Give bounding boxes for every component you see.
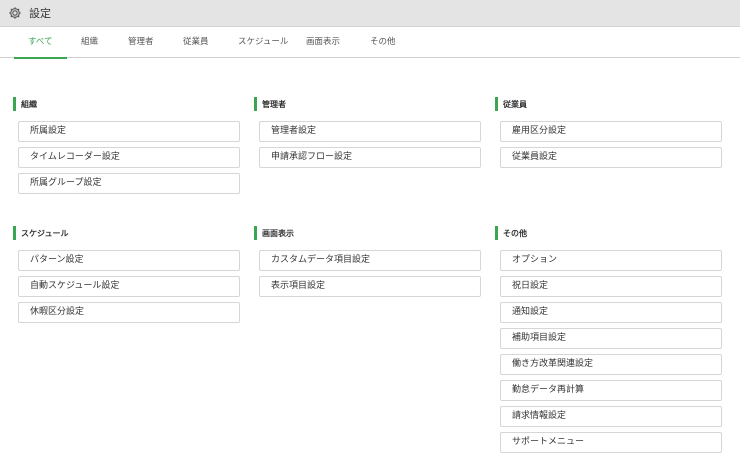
section-organization: 組織 所属設定 タイムレコーダー設定 所属グループ設定 bbox=[13, 97, 240, 199]
section-other: その他 オプション 祝日設定 通知設定 補助項目設定 働き方改革関連設定 勤怠デ… bbox=[495, 226, 722, 458]
approval-flow-settings-button[interactable]: 申請承認フロー設定 bbox=[259, 147, 481, 168]
tab-schedule[interactable]: スケジュール bbox=[238, 27, 288, 58]
display-item-settings-button[interactable]: 表示項目設定 bbox=[259, 276, 481, 297]
attendance-recalculation-button[interactable]: 勤怠データ再計算 bbox=[500, 380, 722, 401]
affiliation-group-settings-button[interactable]: 所属グループ設定 bbox=[18, 173, 240, 194]
tab-employee[interactable]: 従業員 bbox=[183, 27, 209, 58]
notification-settings-button[interactable]: 通知設定 bbox=[500, 302, 722, 323]
section-heading: その他 bbox=[495, 226, 717, 240]
section-heading: スケジュール bbox=[13, 226, 235, 240]
pattern-settings-button[interactable]: パターン設定 bbox=[18, 250, 240, 271]
time-recorder-settings-button[interactable]: タイムレコーダー設定 bbox=[18, 147, 240, 168]
section-employee: 従業員 雇用区分設定 従業員設定 bbox=[495, 97, 722, 173]
section-heading: 従業員 bbox=[495, 97, 717, 111]
auxiliary-item-settings-button[interactable]: 補助項目設定 bbox=[500, 328, 722, 349]
section-display: 画面表示 カスタムデータ項目設定 表示項目設定 bbox=[254, 226, 481, 302]
section-heading: 管理者 bbox=[254, 97, 476, 111]
employment-type-settings-button[interactable]: 雇用区分設定 bbox=[500, 121, 722, 142]
custom-data-item-settings-button[interactable]: カスタムデータ項目設定 bbox=[259, 250, 481, 271]
billing-info-settings-button[interactable]: 請求情報設定 bbox=[500, 406, 722, 427]
support-menu-button[interactable]: サポートメニュー bbox=[500, 432, 722, 453]
tab-all[interactable]: すべて bbox=[14, 27, 66, 59]
auto-schedule-settings-button[interactable]: 自動スケジュール設定 bbox=[18, 276, 240, 297]
gear-icon bbox=[8, 6, 22, 20]
affiliation-settings-button[interactable]: 所属設定 bbox=[18, 121, 240, 142]
tab-display[interactable]: 画面表示 bbox=[306, 27, 340, 58]
title-bar: 設定 bbox=[0, 0, 740, 27]
work-style-reform-settings-button[interactable]: 働き方改革関連設定 bbox=[500, 354, 722, 375]
section-heading: 組織 bbox=[13, 97, 235, 111]
section-heading: 画面表示 bbox=[254, 226, 476, 240]
options-button[interactable]: オプション bbox=[500, 250, 722, 271]
holiday-settings-button[interactable]: 祝日設定 bbox=[500, 276, 722, 297]
employee-settings-button[interactable]: 従業員設定 bbox=[500, 147, 722, 168]
tab-organization[interactable]: 組織 bbox=[81, 27, 98, 58]
tab-other[interactable]: その他 bbox=[370, 27, 396, 58]
tab-bar: すべて 組織 管理者 従業員 スケジュール 画面表示 その他 bbox=[0, 27, 740, 59]
window-title: 設定 bbox=[29, 7, 51, 20]
leave-type-settings-button[interactable]: 休暇区分設定 bbox=[18, 302, 240, 323]
section-administrator: 管理者 管理者設定 申請承認フロー設定 bbox=[254, 97, 481, 173]
tab-administrator[interactable]: 管理者 bbox=[128, 27, 154, 58]
section-schedule: スケジュール パターン設定 自動スケジュール設定 休暇区分設定 bbox=[13, 226, 240, 328]
administrator-settings-button[interactable]: 管理者設定 bbox=[259, 121, 481, 142]
